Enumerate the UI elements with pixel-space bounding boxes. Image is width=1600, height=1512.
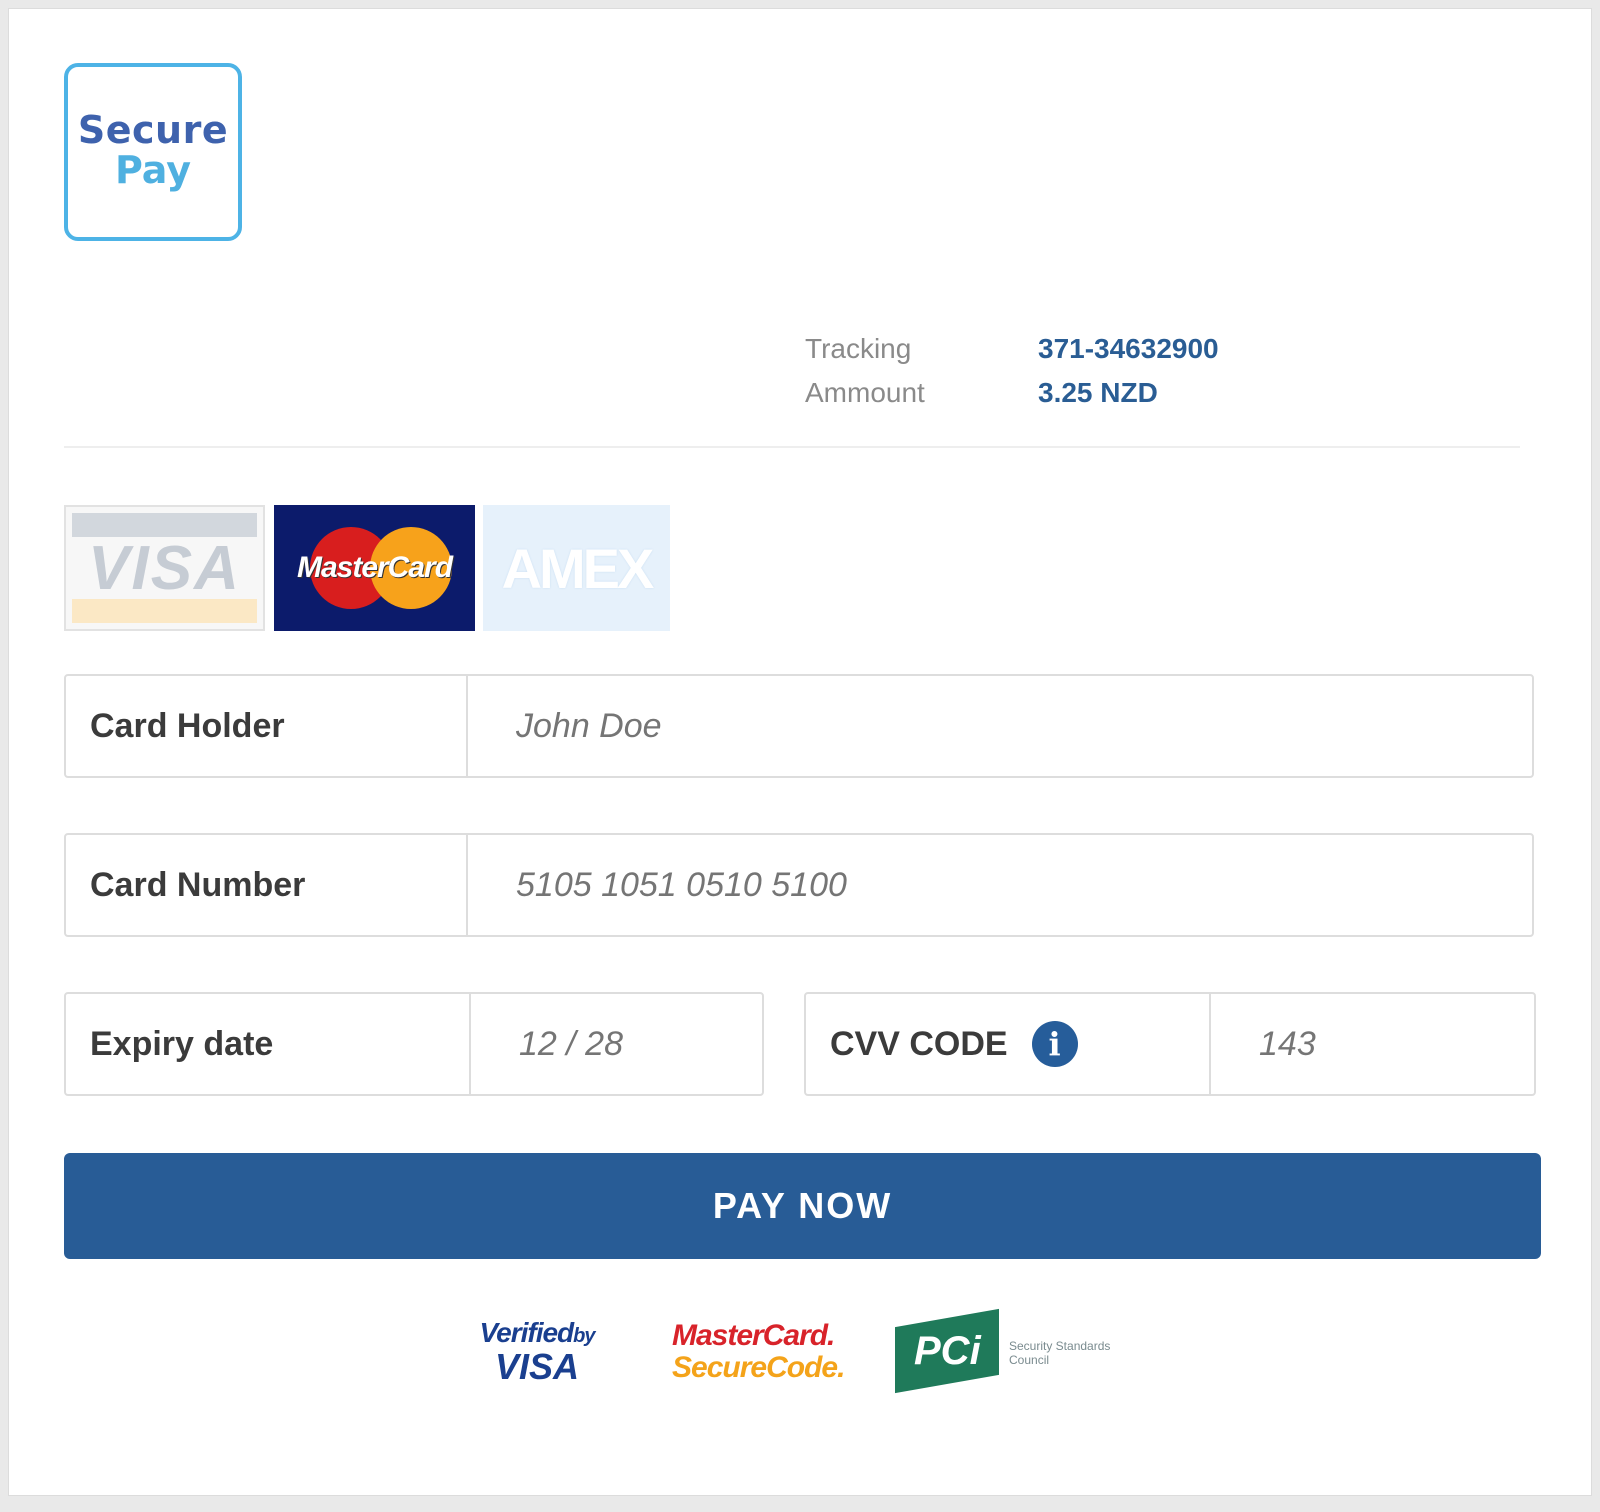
verified-by-visa-badge: Verifiedby VISA <box>467 1319 607 1385</box>
tracking-value: 371-34632900 <box>1038 333 1219 364</box>
cvv-field: CVV CODE i <box>804 992 1536 1096</box>
visa-card-logo[interactable]: VISA <box>64 505 265 631</box>
pci-badge: PCi Security Standards Council <box>895 1308 1135 1394</box>
card-holder-field: Card Holder <box>64 674 1534 778</box>
divider <box>64 446 1520 448</box>
amex-logo-text: AMEX <box>501 536 655 600</box>
logo-line1: Secure <box>77 108 229 152</box>
securepay-logo: Secure Pay <box>64 63 242 241</box>
expiry-date-label: Expiry date <box>66 994 471 1094</box>
amount-label: Ammount <box>805 377 925 408</box>
tracking-label: Tracking <box>805 333 912 364</box>
mastercard-logo-text: MasterCard <box>296 551 453 584</box>
pci-mark-text: PCi <box>913 1328 981 1373</box>
cvv-label-container: CVV CODE i <box>806 994 1211 1094</box>
logo-line2: Pay <box>114 148 192 192</box>
pay-now-button[interactable]: PAY NOW <box>64 1153 1541 1259</box>
visa-logo-text: VISA <box>88 533 241 603</box>
expiry-date-field: Expiry date <box>64 992 764 1096</box>
cvv-label: CVV CODE <box>830 1024 1008 1063</box>
amex-card-logo[interactable]: AMEX <box>483 505 670 631</box>
cvv-input[interactable] <box>1211 994 1534 1094</box>
mcsc-line1: MasterCard. <box>672 1319 835 1352</box>
vbv-by-text: by <box>573 1325 595 1347</box>
mcsc-line2: SecureCode. <box>672 1351 845 1384</box>
info-icon[interactable]: i <box>1031 1021 1078 1067</box>
vbv-verified-text: Verified <box>479 1317 574 1348</box>
card-holder-label: Card Holder <box>66 676 468 776</box>
card-number-input[interactable] <box>468 835 1532 935</box>
visa-top-band <box>72 513 257 537</box>
card-holder-input[interactable] <box>468 676 1532 776</box>
vbv-visa-text: VISA <box>494 1346 580 1387</box>
pci-council-text: Security Standards Council <box>1009 1339 1111 1367</box>
expiry-date-input[interactable] <box>471 994 762 1094</box>
card-number-field: Card Number <box>64 833 1534 937</box>
mastercard-securecode-badge: MasterCard. SecureCode. <box>672 1319 845 1384</box>
visa-bottom-band <box>72 599 257 623</box>
pci-mark: PCi <box>895 1308 999 1394</box>
amount-value: 3.25 NZD <box>1038 377 1158 408</box>
payment-panel: Secure Pay Tracking 371-34632900 Ammount… <box>8 8 1592 1496</box>
mastercard-card-logo[interactable]: MasterCard <box>274 505 475 631</box>
card-number-label: Card Number <box>66 835 468 935</box>
